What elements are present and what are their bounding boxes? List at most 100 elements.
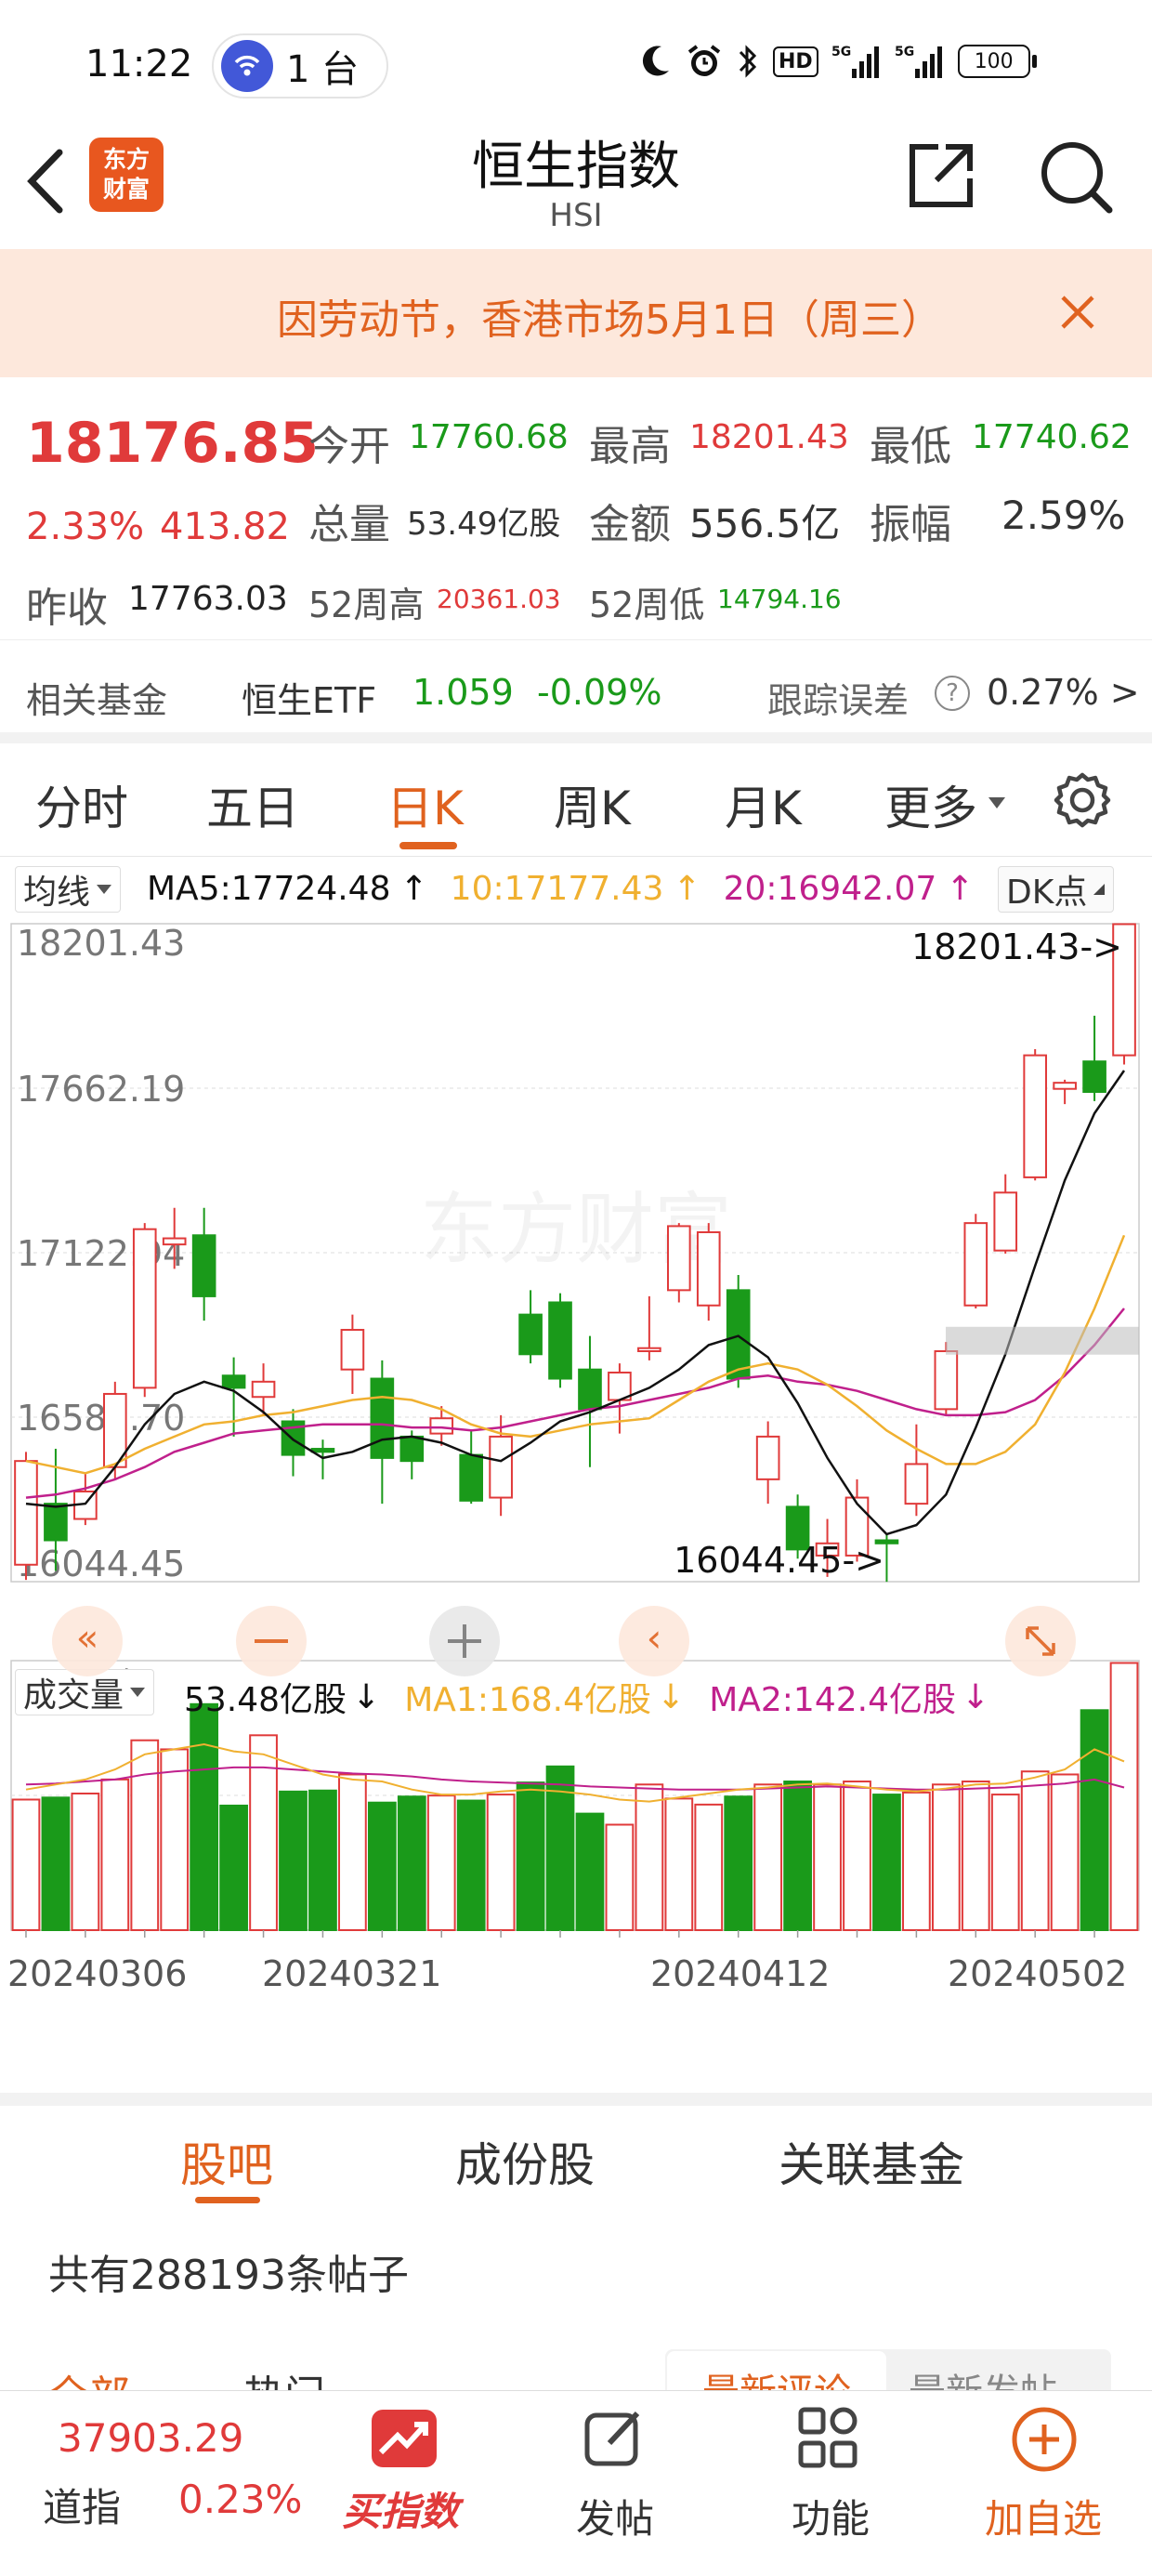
volume-bar xyxy=(961,1781,990,1932)
volume-bar xyxy=(931,1783,961,1931)
ma20-value: 20:16942.07 xyxy=(723,870,937,908)
help-icon[interactable]: ? xyxy=(935,676,970,711)
close-icon[interactable] xyxy=(1059,294,1096,331)
low-value: 17740.62 xyxy=(972,418,1132,456)
w52-high-label: 52周高 xyxy=(308,585,425,625)
related-fund-row[interactable]: 相关基金 恒生ETF 1.059 -0.09% 跟踪误差 ? 0.27% > xyxy=(0,639,1152,743)
amplitude-label: 振幅 xyxy=(870,501,951,548)
nav-bar: 东方 财富 恒生指数 HSI xyxy=(0,119,1152,249)
bluetooth-icon xyxy=(739,45,757,78)
volume-bar xyxy=(249,1734,278,1931)
zoom-out-button[interactable] xyxy=(236,1606,307,1676)
tab-weekly-k[interactable]: 周K xyxy=(554,771,631,838)
volume-bar xyxy=(41,1796,71,1932)
volume-bar xyxy=(130,1739,160,1931)
candle-body xyxy=(666,1225,691,1292)
volume-bar xyxy=(990,1794,1020,1931)
kline-chart[interactable]: 东方财富18201.4317662.1917122.9416583.701604… xyxy=(0,922,1152,2093)
posts-section: 共有288193条帖子 全部 热门 最新评论 最新发帖 xyxy=(0,2204,1152,2420)
candle-body xyxy=(726,1289,751,1380)
volume-bar xyxy=(219,1804,248,1932)
tab-related-funds[interactable]: 关联基金 xyxy=(779,2128,964,2195)
add-watchlist-icon[interactable] xyxy=(1009,2404,1080,2475)
vol-value: 53.48亿股 xyxy=(184,1681,347,1719)
candle-body xyxy=(162,1237,187,1246)
zoom-in-button[interactable] xyxy=(429,1606,500,1676)
candle-body xyxy=(1082,1060,1106,1093)
share-icon[interactable] xyxy=(905,139,977,212)
volume-bar xyxy=(160,1748,190,1931)
candle-body xyxy=(904,1463,929,1505)
tab-intraday[interactable]: 分时 xyxy=(35,771,128,838)
tab-daily-k[interactable]: 日K xyxy=(386,771,464,838)
svg-text:5G: 5G xyxy=(831,45,851,59)
battery-icon: 100 xyxy=(957,45,1037,78)
page-subtitle: HSI xyxy=(549,197,603,234)
amount-value: 556.5亿 xyxy=(689,501,841,546)
price-crosshair-band xyxy=(946,1326,1139,1355)
y-tick-label: 17122.94 xyxy=(17,1233,185,1274)
candle-body xyxy=(1053,1082,1077,1090)
buy-index-icon xyxy=(372,2410,437,2467)
volume-bar xyxy=(397,1795,426,1932)
scroll-left-fast-button[interactable]: « xyxy=(52,1606,123,1676)
x-tick-label: 20240321 xyxy=(262,1953,441,1994)
add-watchlist-label[interactable]: 加自选 xyxy=(985,2488,1102,2544)
dji-label: 道指 xyxy=(43,2485,122,2530)
volume-bar xyxy=(71,1793,100,1931)
candle-body xyxy=(489,1435,513,1499)
change-pct: 2.33% xyxy=(26,506,145,548)
volume-bar xyxy=(664,1797,694,1932)
min-price-label: 16044.45-> xyxy=(674,1540,884,1581)
volume-bar xyxy=(367,1801,397,1931)
search-icon[interactable] xyxy=(1037,138,1115,216)
kline-chart-panel: 均线 MA5:17724.48 ↑ 10:17177.43 ↑ 20:16942.0… xyxy=(0,857,1152,2093)
tab-five-day[interactable]: 五日 xyxy=(206,771,299,838)
holiday-notice: 因劳动节，香港市场5月1日（周三） xyxy=(0,249,1152,377)
post-label[interactable]: 发帖 xyxy=(576,2488,654,2544)
candle-body xyxy=(755,1435,780,1480)
volume-bar xyxy=(635,1783,664,1931)
volume-bar xyxy=(11,1798,41,1931)
amount-label: 金额 xyxy=(589,501,671,548)
buy-index-label[interactable]: 买指数 xyxy=(342,2480,459,2537)
dk-point-button[interactable]: DK点 xyxy=(998,866,1115,913)
post-edit-icon[interactable] xyxy=(582,2406,647,2471)
page-title: 恒生指数 xyxy=(472,137,680,197)
status-bar: 11:22 1 台 HD 5G 5G 100 xyxy=(0,0,1152,119)
low-label: 最低 xyxy=(870,423,951,470)
max-price-label: 18201.43-> xyxy=(911,927,1122,967)
chevron-down-icon xyxy=(130,1688,146,1697)
volume-bar xyxy=(1109,1662,1139,1931)
volume-bar xyxy=(813,1783,842,1931)
candle-body xyxy=(696,1230,721,1307)
forum-tab-indicator xyxy=(195,2197,260,2203)
volume-bar xyxy=(1050,1773,1080,1932)
functions-label[interactable]: 功能 xyxy=(792,2488,870,2544)
functions-grid-icon[interactable] xyxy=(795,2404,862,2471)
volume-bar xyxy=(456,1799,486,1931)
ma5-value: MA5:17724.48 xyxy=(147,870,391,908)
ma-selector[interactable]: 均线 xyxy=(15,866,122,913)
vol-ma1-value: MA1:168.4亿股 xyxy=(404,1681,652,1719)
volume-legend: 53.48亿股 ↓ MA1:168.4亿股 ↓ MA2:142.4亿股 ↓ xyxy=(184,1673,989,1721)
fullscreen-icon[interactable] xyxy=(1005,1606,1076,1676)
volume-bar xyxy=(1020,1770,1050,1931)
tab-forum[interactable]: 股吧 xyxy=(180,2128,273,2195)
tab-monthly-k[interactable]: 月K xyxy=(725,771,802,838)
tab-constituents[interactable]: 成份股 xyxy=(455,2128,595,2195)
fund-change: -0.09% xyxy=(537,672,662,713)
chevron-down-icon xyxy=(97,885,112,894)
candle-body xyxy=(459,1453,484,1502)
hotspot-pill[interactable]: 1 台 xyxy=(212,33,388,99)
settings-gear-icon[interactable] xyxy=(1052,769,1113,831)
candle-body xyxy=(370,1377,395,1459)
candle-body xyxy=(310,1448,335,1453)
scroll-left-button[interactable]: ‹ xyxy=(619,1606,689,1676)
w52-high-value: 20361.03 xyxy=(437,584,561,614)
y-tick-label: 17662.19 xyxy=(17,1069,185,1110)
candle-body xyxy=(429,1417,454,1435)
volume-bar xyxy=(190,1702,219,1931)
volume-bar xyxy=(724,1795,753,1932)
tab-more[interactable]: 更多 xyxy=(884,771,977,838)
